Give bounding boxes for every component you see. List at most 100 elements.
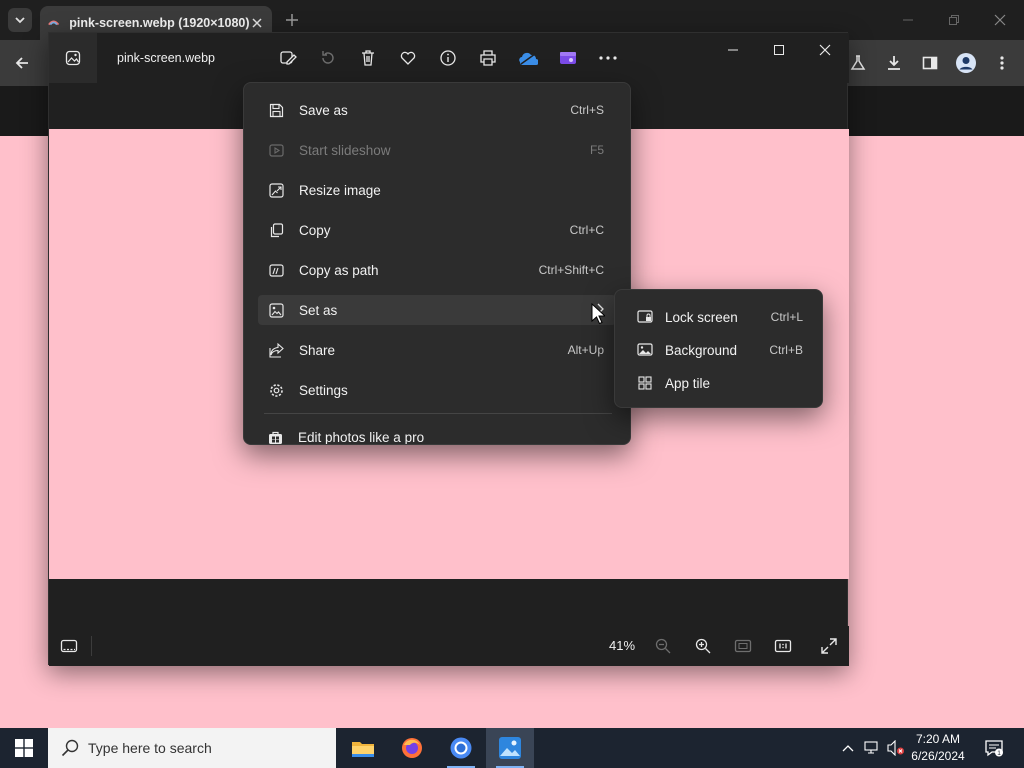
delete-icon [362, 50, 374, 66]
slideshow-icon [268, 142, 284, 158]
info-button[interactable] [437, 47, 459, 69]
photos-bottom-bar: 41% [49, 626, 849, 666]
new-tab-button[interactable] [282, 10, 302, 30]
download-button[interactable] [882, 51, 906, 75]
set-as-submenu: Lock screen Ctrl+L Background Ctrl+B App… [614, 289, 823, 408]
menu-item-label: Copy [299, 222, 331, 238]
gallery-icon [65, 50, 81, 66]
lock-screen-icon [637, 309, 653, 325]
menu-item-label: Share [299, 342, 336, 358]
filmstrip-button[interactable] [59, 636, 79, 656]
menu-item-resize-image[interactable]: Resize image [258, 175, 616, 205]
photos-minimize-button[interactable] [721, 41, 745, 59]
fit-to-window-icon [734, 639, 752, 653]
labs-flask-icon [850, 55, 866, 70]
menu-item-label: Copy as path [299, 262, 379, 278]
favorite-button[interactable] [397, 47, 419, 69]
submenu-item-lock-screen[interactable]: Lock screen Ctrl+L [627, 303, 813, 331]
actual-size-icon [774, 639, 792, 653]
volume-muted-icon [887, 740, 904, 756]
edit-image-button[interactable] [277, 47, 299, 69]
restore-icon [949, 15, 959, 25]
file-explorer-icon [352, 742, 374, 757]
delete-button[interactable] [357, 47, 379, 69]
menu-item-start-slideshow[interactable]: Start slideshow F5 [258, 135, 616, 165]
browser-menu-button[interactable] [990, 51, 1014, 75]
tab-title: pink-screen.webp (1920×1080) [69, 16, 250, 30]
notification-icon: 1 [985, 740, 1003, 757]
search-icon [60, 738, 80, 758]
tab-search-button[interactable] [8, 8, 32, 32]
menu-item-edit-photos-like-a-pro[interactable]: Edit photos like a pro [258, 422, 616, 444]
menu-item-save-as[interactable]: Save as Ctrl+S [258, 95, 616, 125]
minimize-icon [728, 49, 738, 51]
close-icon [994, 14, 1006, 26]
save-icon [268, 102, 284, 118]
tab-close-button[interactable] [250, 14, 264, 32]
taskbar-app-firefox[interactable] [388, 728, 436, 768]
menu-item-label: Save as [299, 102, 348, 118]
profile-icon [956, 53, 976, 73]
onedrive-button[interactable] [517, 47, 539, 69]
menu-item-copy-as-path[interactable]: Copy as path Ctrl+Shift+C [258, 255, 616, 285]
more-options-button[interactable] [597, 47, 619, 69]
copy-path-icon [268, 262, 284, 278]
actual-size-button[interactable] [773, 636, 793, 656]
chevron-down-icon [15, 17, 25, 24]
taskbar-search-box[interactable]: Type here to search [48, 728, 336, 768]
share-icon [268, 342, 284, 358]
browser-restore-button[interactable] [944, 10, 964, 30]
background-icon [637, 342, 653, 358]
submenu-item-background[interactable]: Background Ctrl+B [627, 336, 813, 364]
profile-button[interactable] [954, 51, 978, 75]
menu-item-label: Set as [299, 302, 338, 318]
clock-time: 7:20 AM [915, 732, 961, 746]
menu-item-share[interactable]: Share Alt+Up [258, 335, 616, 365]
rotate-button[interactable] [317, 47, 339, 69]
show-hidden-icons-button[interactable] [838, 738, 858, 758]
menu-item-set-as[interactable]: Set as [258, 295, 616, 325]
fullscreen-button[interactable] [819, 636, 839, 656]
photos-app-button[interactable] [49, 33, 97, 83]
filmstrip-icon [60, 639, 78, 653]
zoom-level: 41% [609, 638, 636, 653]
favorite-icon [400, 51, 416, 65]
back-button[interactable] [10, 51, 34, 75]
submenu-item-app-tile[interactable]: App tile [627, 369, 813, 397]
clipchamp-button[interactable] [557, 47, 579, 69]
copy-icon [268, 222, 284, 238]
volume-tray-button[interactable] [886, 738, 906, 758]
menu-separator [264, 413, 612, 414]
notification-center-button[interactable]: 1 [982, 736, 1006, 760]
zoom-in-icon [695, 638, 711, 654]
labs-button[interactable] [846, 51, 870, 75]
menu-item-label: Start slideshow [299, 142, 391, 158]
zoom-out-button[interactable] [653, 636, 673, 656]
print-button[interactable] [477, 47, 499, 69]
print-icon [480, 50, 496, 66]
start-button[interactable] [0, 728, 48, 768]
photos-maximize-button[interactable] [767, 41, 791, 59]
photos-close-button[interactable] [813, 41, 837, 59]
zoom-in-button[interactable] [693, 636, 713, 656]
browser-close-button[interactable] [990, 10, 1010, 30]
taskbar-app-chrome[interactable] [437, 728, 485, 768]
fit-to-window-button[interactable] [733, 636, 753, 656]
taskbar-app-photos[interactable] [486, 728, 534, 768]
plus-icon [286, 14, 298, 26]
taskbar-app-file-explorer[interactable] [339, 728, 387, 768]
chrome-icon [450, 737, 472, 759]
menu-item-label: Settings [299, 382, 348, 398]
taskbar-clock[interactable]: 7:20 AM 6/26/2024 [906, 731, 970, 765]
back-icon [15, 57, 28, 69]
menu-item-shortcut: Ctrl+Shift+C [538, 263, 604, 277]
browser-minimize-button[interactable] [898, 10, 918, 30]
zoom-out-icon [655, 638, 671, 654]
side-panel-button[interactable] [918, 51, 942, 75]
taskbar: Type here to search 7:20 AM 6/26/2024 1 [0, 728, 1024, 768]
menu-item-copy[interactable]: Copy Ctrl+C [258, 215, 616, 245]
menu-item-settings[interactable]: Settings [258, 375, 616, 405]
network-tray-button[interactable] [862, 738, 882, 758]
firefox-icon [402, 738, 422, 758]
tab-favicon-icon [48, 20, 60, 26]
